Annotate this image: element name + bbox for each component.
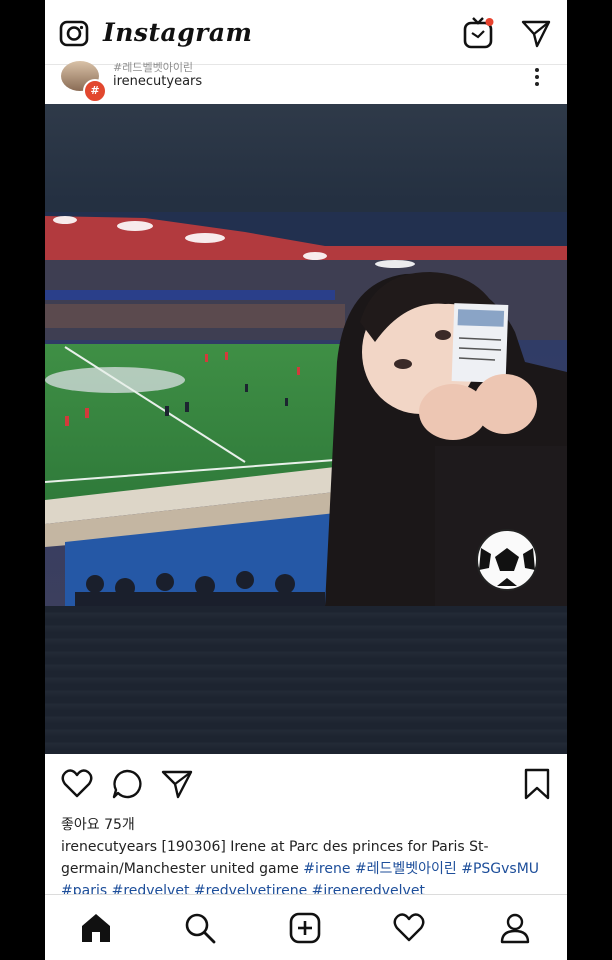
bottom-nav xyxy=(45,894,567,960)
app-title: Instagram xyxy=(103,18,253,47)
post-username[interactable]: irenecutyears xyxy=(113,74,202,89)
hashtag[interactable]: #irene xyxy=(303,861,350,877)
more-options-icon[interactable] xyxy=(531,65,543,91)
hashtag[interactable]: #PSGvsMU xyxy=(461,861,539,877)
post-media[interactable] xyxy=(45,104,567,754)
post-actions xyxy=(45,754,567,814)
camera-icon[interactable] xyxy=(59,18,89,48)
profile-icon[interactable] xyxy=(498,911,532,945)
search-icon[interactable] xyxy=(183,911,217,945)
bookmark-icon[interactable] xyxy=(521,768,553,800)
share-icon[interactable] xyxy=(161,768,193,800)
activity-heart-icon[interactable] xyxy=(392,911,426,945)
add-post-icon[interactable] xyxy=(288,911,322,945)
home-icon[interactable] xyxy=(79,911,113,945)
post-photo xyxy=(45,212,567,606)
hashtag[interactable]: #레드벨벳아이린 xyxy=(355,861,457,877)
username-overlap: #레드벨벳아이린 xyxy=(113,61,194,74)
avatar-badge: # xyxy=(83,79,107,103)
post-caption: irenecutyears [190306] Irene at Parc des… xyxy=(61,836,557,902)
like-count[interactable]: 좋아요 75개 xyxy=(61,814,135,834)
soccer-ball-sticker xyxy=(476,529,538,591)
direct-message-icon[interactable] xyxy=(521,18,551,48)
comment-icon[interactable] xyxy=(111,768,143,800)
post-header: # #레드벨벳아이린 irenecutyears xyxy=(45,61,567,105)
media-bottom-fill xyxy=(45,606,567,754)
instagram-app: Instagram # #레드벨벳아이린 irenecutyears 좋아요 7… xyxy=(45,0,567,960)
stadium-photo xyxy=(45,212,567,606)
heart-icon[interactable] xyxy=(61,768,93,800)
igtv-icon[interactable] xyxy=(463,16,495,50)
caption-username[interactable]: irenecutyears xyxy=(61,839,157,855)
top-bar: Instagram xyxy=(45,0,567,64)
